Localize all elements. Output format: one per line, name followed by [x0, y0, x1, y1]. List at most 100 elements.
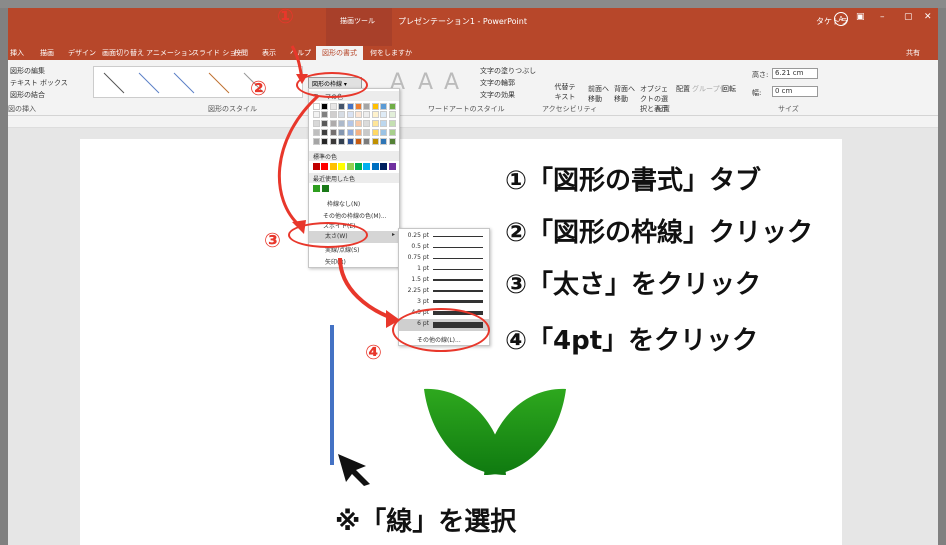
standard-color-swatch[interactable]	[338, 163, 346, 170]
theme-color-swatch[interactable]	[380, 129, 388, 136]
weight-option[interactable]: 1 pt	[399, 264, 489, 274]
theme-color-swatch[interactable]	[371, 138, 379, 145]
text-outline-button[interactable]: 文字の輪郭	[480, 78, 515, 88]
theme-color-swatch[interactable]	[313, 120, 320, 127]
theme-color-swatch[interactable]	[329, 120, 337, 127]
theme-color-swatch[interactable]	[380, 111, 388, 118]
share-button[interactable]: 共有	[906, 48, 920, 58]
theme-color-swatch[interactable]	[313, 111, 320, 118]
theme-color-swatch[interactable]	[380, 103, 388, 110]
standard-color-swatch[interactable]	[371, 163, 379, 170]
send-backward-button[interactable]: 背面へ移動	[614, 84, 638, 104]
tab-draw[interactable]: 描画	[40, 48, 54, 58]
wordart-style-2-icon[interactable]: A	[418, 70, 433, 95]
theme-color-swatch[interactable]	[380, 138, 388, 145]
standard-color-swatch[interactable]	[313, 163, 320, 170]
theme-color-swatch[interactable]	[346, 111, 354, 118]
tab-review[interactable]: 校閲	[234, 48, 248, 58]
standard-color-swatch[interactable]	[321, 163, 329, 170]
theme-color-swatch[interactable]	[338, 111, 346, 118]
edit-shape-button[interactable]: 図形の編集	[10, 66, 45, 76]
theme-color-grid[interactable]	[313, 103, 397, 149]
more-outline-colors-item[interactable]: その他の枠線の色(M)...	[323, 211, 387, 220]
theme-color-swatch[interactable]	[329, 138, 337, 145]
theme-color-swatch[interactable]	[313, 138, 320, 145]
tab-help[interactable]: ヘルプ	[290, 48, 311, 58]
weight-option[interactable]: 0.75 pt	[399, 253, 489, 263]
theme-color-swatch[interactable]	[388, 120, 396, 127]
tab-view[interactable]: 表示	[262, 48, 276, 58]
theme-color-swatch[interactable]	[313, 103, 320, 110]
theme-color-swatch[interactable]	[313, 129, 320, 136]
theme-color-swatch[interactable]	[388, 111, 396, 118]
theme-color-swatch[interactable]	[388, 103, 396, 110]
weight-option[interactable]: 0.5 pt	[399, 242, 489, 252]
theme-color-swatch[interactable]	[355, 138, 362, 145]
height-input[interactable]: 6.21 cm	[772, 68, 818, 79]
theme-color-swatch[interactable]	[321, 120, 329, 127]
theme-color-swatch[interactable]	[321, 138, 329, 145]
tab-animations[interactable]: アニメーション	[146, 48, 195, 58]
no-outline-item[interactable]: 枠線なし(N)	[327, 199, 360, 208]
standard-color-swatch[interactable]	[329, 163, 337, 170]
recent-color-swatch[interactable]	[313, 185, 320, 192]
merge-shapes-button[interactable]: 図形の結合	[10, 90, 45, 100]
theme-color-swatch[interactable]	[371, 129, 379, 136]
rotate-button[interactable]: 回転	[722, 84, 736, 94]
align-button[interactable]: 配置	[676, 84, 690, 94]
text-effects-button[interactable]: 文字の効果	[480, 90, 515, 100]
theme-color-swatch[interactable]	[371, 111, 379, 118]
theme-color-swatch[interactable]	[346, 120, 354, 127]
theme-color-swatch[interactable]	[355, 103, 362, 110]
wordart-style-3-icon[interactable]: A	[444, 70, 459, 95]
theme-color-swatch[interactable]	[338, 138, 346, 145]
theme-color-swatch[interactable]	[321, 111, 329, 118]
weight-option[interactable]: 1.5 pt	[399, 275, 489, 285]
selected-line-shape[interactable]	[330, 325, 334, 465]
arrows-menu-item[interactable]: 矢印(R)	[325, 257, 346, 266]
text-box-button[interactable]: テキスト ボックス	[10, 78, 68, 88]
theme-color-swatch[interactable]	[363, 129, 371, 136]
shape-styles-gallery[interactable]	[93, 66, 303, 98]
close-icon[interactable]: ✕	[924, 12, 932, 22]
leaf-shapes[interactable]	[420, 385, 570, 485]
standard-color-swatch[interactable]	[388, 163, 396, 170]
theme-color-swatch[interactable]	[355, 120, 362, 127]
avatar[interactable]: A	[834, 12, 848, 26]
ribbon-display-icon[interactable]: ▣	[856, 12, 865, 22]
theme-color-swatch[interactable]	[388, 129, 396, 136]
weight-option[interactable]: 2.25 pt	[399, 286, 489, 296]
minimize-icon[interactable]: –	[880, 12, 885, 22]
standard-color-swatch[interactable]	[380, 163, 388, 170]
theme-color-swatch[interactable]	[338, 120, 346, 127]
maximize-icon[interactable]: ▢	[904, 12, 913, 22]
tab-shape-format[interactable]: 図形の書式	[316, 46, 363, 60]
theme-color-swatch[interactable]	[329, 103, 337, 110]
theme-color-swatch[interactable]	[371, 103, 379, 110]
bring-forward-button[interactable]: 前面へ移動	[588, 84, 612, 104]
theme-color-swatch[interactable]	[329, 129, 337, 136]
theme-color-swatch[interactable]	[380, 120, 388, 127]
theme-color-swatch[interactable]	[329, 111, 337, 118]
tab-design[interactable]: デザイン	[68, 48, 96, 58]
theme-color-swatch[interactable]	[363, 111, 371, 118]
theme-color-swatch[interactable]	[355, 129, 362, 136]
theme-color-swatch[interactable]	[338, 129, 346, 136]
theme-color-swatch[interactable]	[371, 120, 379, 127]
weight-option[interactable]: 0.25 pt	[399, 231, 489, 241]
theme-color-swatch[interactable]	[321, 103, 329, 110]
standard-color-swatch[interactable]	[346, 163, 354, 170]
tab-insert[interactable]: 挿入	[10, 48, 24, 58]
weight-option[interactable]: 3 pt	[399, 297, 489, 307]
theme-color-swatch[interactable]	[346, 129, 354, 136]
width-input[interactable]: 0 cm	[772, 86, 818, 97]
standard-color-swatch[interactable]	[363, 163, 371, 170]
theme-color-swatch[interactable]	[363, 103, 371, 110]
recent-color-swatch[interactable]	[322, 185, 329, 192]
standard-color-row[interactable]	[313, 163, 397, 171]
alt-text-button[interactable]: 代替テキスト	[552, 82, 578, 102]
theme-color-swatch[interactable]	[363, 138, 371, 145]
theme-color-swatch[interactable]	[346, 103, 354, 110]
tell-me-search[interactable]: 何をしますか	[370, 48, 412, 58]
tab-transitions[interactable]: 画面切り替え	[102, 48, 144, 58]
